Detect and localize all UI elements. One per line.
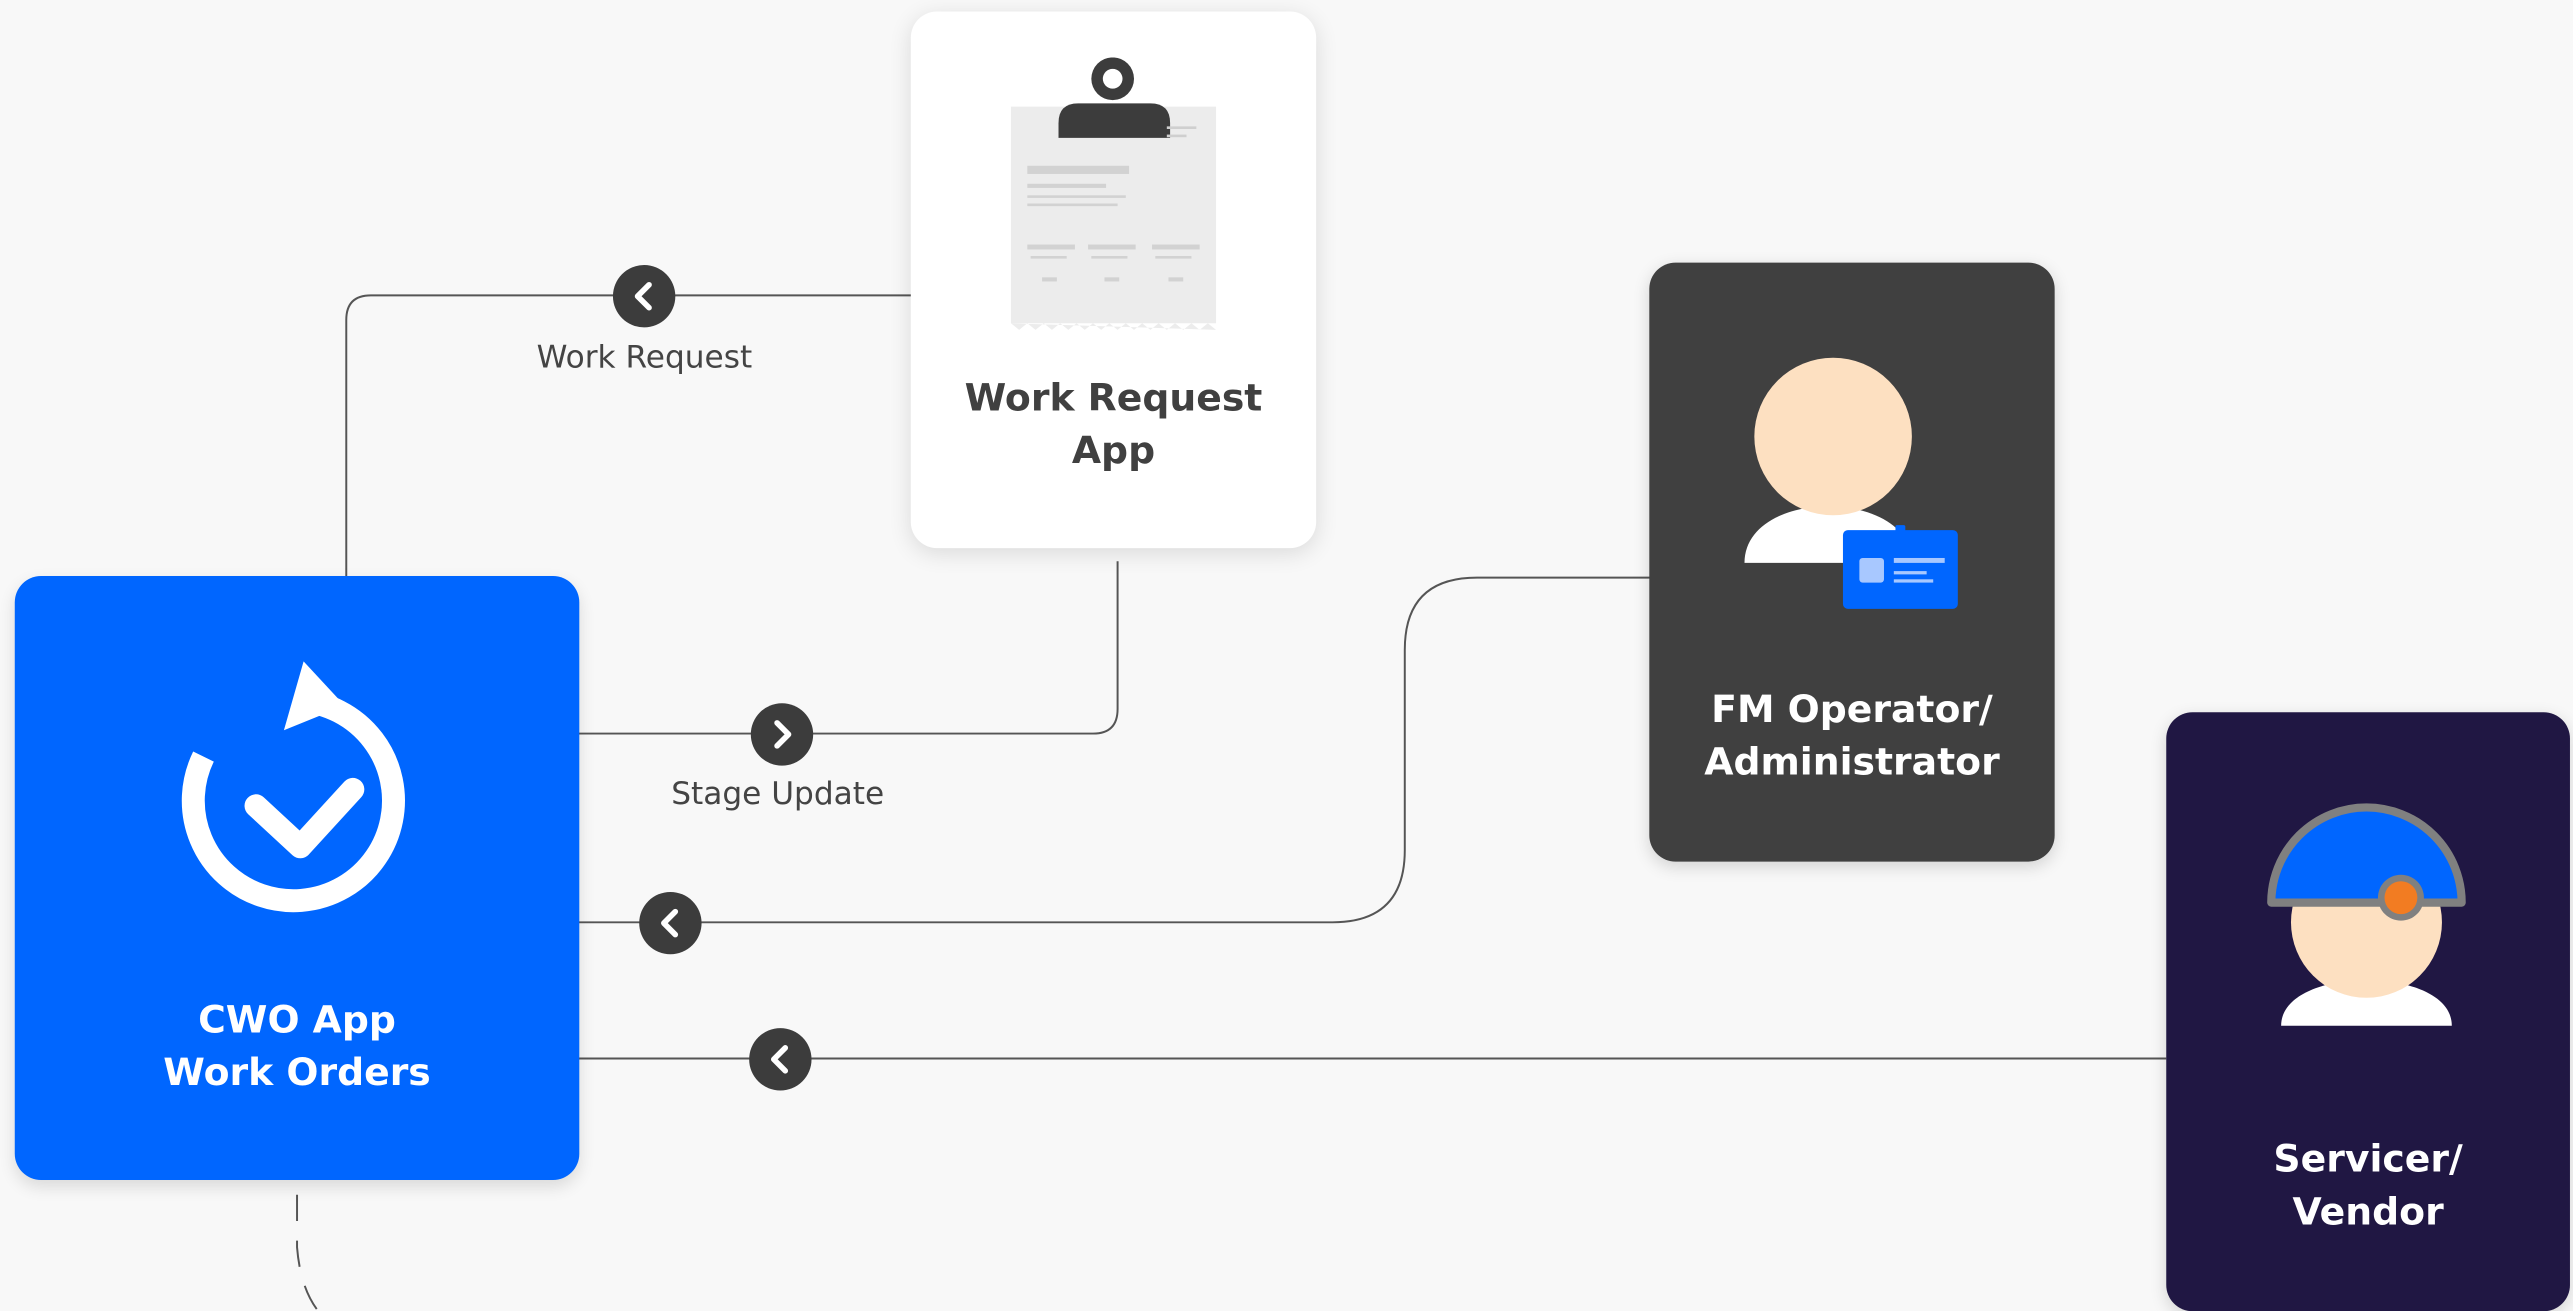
operator-with-id-badge-icon	[1744, 357, 1958, 609]
chevron-left-icon	[749, 1028, 812, 1091]
workflow-diagram: Work Request Stage Update CWO App Work O…	[0, 0, 2573, 1311]
refresh-check-icon	[181, 661, 405, 913]
chevron-right-icon	[750, 703, 814, 766]
work-request-edge-label: Work Request	[536, 339, 753, 376]
servicer-vendor-card[interactable]: Servicer/ Vendor	[2166, 712, 2570, 1311]
stage-update-line	[577, 561, 1119, 735]
fm-operator-line	[577, 576, 1651, 924]
work-request-line	[345, 294, 913, 578]
fm-operator-card[interactable]: FM Operator/ Administrator	[1649, 262, 2055, 862]
stage-update-edge-label: Stage Update	[671, 776, 885, 813]
worker-with-helmet-icon	[2267, 803, 2466, 1026]
work-request-app-title: Work Request App	[964, 377, 1263, 473]
chevron-left-icon	[612, 265, 676, 328]
chevron-left-icon	[639, 891, 702, 955]
fm-operator-title: FM Operator/ Administrator	[1704, 689, 2000, 785]
outgoing-dashed-line	[296, 1194, 320, 1311]
cwo-app-title: CWO App Work Orders	[163, 999, 431, 1095]
servicer-vendor-title: Servicer/ Vendor	[2273, 1138, 2463, 1235]
work-request-app-card[interactable]: Work Request App	[910, 11, 1317, 549]
cwo-app-card[interactable]: CWO App Work Orders	[14, 576, 580, 1180]
clipboard-icon	[1010, 57, 1217, 330]
